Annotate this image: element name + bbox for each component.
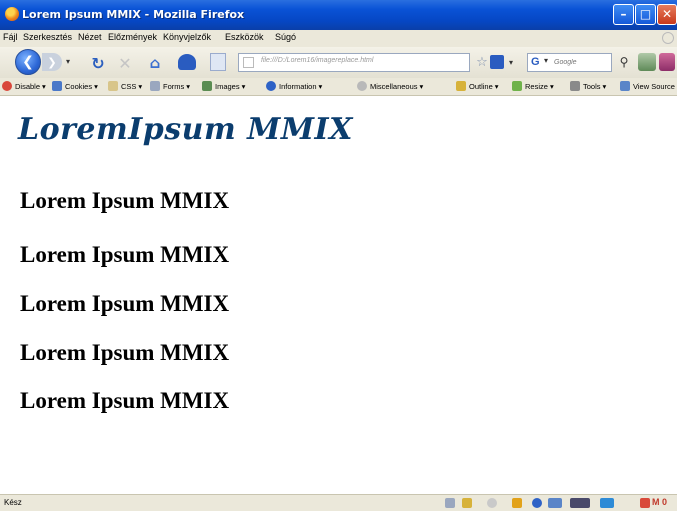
addon-icon[interactable] <box>659 53 675 71</box>
status-addon-icon[interactable] <box>570 498 590 508</box>
search-icon[interactable]: ⚲ <box>617 55 631 69</box>
navigation-toolbar: ❮ ❯ ▾ ↻ ✕ ⌂ file:///D:/Lorem16/imagerepl… <box>0 47 677 78</box>
wd-resize[interactable]: Resize ▾ <box>512 81 554 91</box>
menu-history[interactable]: Előzmények <box>108 32 157 42</box>
menu-edit[interactable]: Szerkesztés <box>23 32 72 42</box>
window-title: Lorem Ipsum MMIX - Mozilla Firefox <box>22 8 245 21</box>
page-info-icon[interactable] <box>210 53 226 71</box>
status-text: Kész <box>4 498 22 507</box>
search-engine-dropdown-icon[interactable]: ▾ <box>544 56 548 65</box>
search-bar[interactable]: G ▾ <box>527 53 612 72</box>
menu-file[interactable]: Fájl <box>3 32 18 42</box>
menu-view[interactable]: Nézet <box>78 32 102 42</box>
firefox-icon <box>5 7 19 21</box>
throbber-icon <box>662 32 674 44</box>
page-heading: Lorem Ipsum MMIX <box>20 340 230 365</box>
css-icon <box>108 81 118 91</box>
status-addon-icon[interactable] <box>487 498 497 508</box>
wd-cookies[interactable]: Cookies ▾ <box>52 81 98 91</box>
wd-miscellaneous[interactable]: Miscellaneous ▾ <box>357 81 423 91</box>
menu-tools[interactable]: Eszközök <box>225 32 264 42</box>
star-bookmark-icon[interactable]: ☆ <box>475 55 489 70</box>
wd-images[interactable]: Images ▾ <box>202 81 245 91</box>
information-icon <box>266 81 276 91</box>
web-developer-toolbar: Disable ▾ Cookies ▾ CSS ▾ Forms ▾ Images ▾ In… <box>0 78 677 96</box>
images-icon <box>202 81 212 91</box>
forms-icon <box>150 81 160 91</box>
cookies-icon <box>52 81 62 91</box>
url-dropdown-icon[interactable]: ▾ <box>507 56 515 68</box>
page-heading: Lorem Ipsum MMIX <box>20 291 230 316</box>
status-addon-icon[interactable] <box>532 498 542 508</box>
title-bar: Lorem Ipsum MMIX - Mozilla Firefox – □ ✕ <box>0 0 677 30</box>
mail-count[interactable]: M 0 <box>652 497 667 507</box>
page-logo: LoremIpsum MMIX <box>18 112 353 147</box>
page-favicon-icon <box>243 57 254 68</box>
status-addon-icon[interactable] <box>445 498 455 508</box>
menu-bookmarks[interactable]: Könyvjelzők <box>163 32 211 42</box>
forward-button[interactable]: ❯ <box>42 53 62 71</box>
page-heading: Lorem Ipsum MMIX <box>20 388 230 413</box>
wd-disable[interactable]: Disable ▾ <box>2 81 46 91</box>
url-bar[interactable]: file:///D:/Lorem16/imagereplace.html <box>238 53 470 72</box>
status-addon-icon[interactable] <box>600 498 614 508</box>
wd-outline[interactable]: Outline ▾ <box>456 81 499 91</box>
back-button[interactable]: ❮ <box>15 49 41 75</box>
wd-css[interactable]: CSS ▾ <box>108 81 142 91</box>
disable-icon <box>2 81 12 91</box>
page-content: LoremIpsum MMIX Lorem Ipsum MMIX Lorem I… <box>0 96 677 494</box>
history-dropdown-icon[interactable]: ▾ <box>64 56 72 66</box>
wd-tools[interactable]: Tools ▾ <box>570 81 606 91</box>
go-button[interactable] <box>490 55 504 69</box>
addon-icon[interactable] <box>638 53 656 71</box>
search-input[interactable] <box>554 56 609 68</box>
warning-icon[interactable] <box>512 498 522 508</box>
bookmarks-button[interactable] <box>178 54 196 70</box>
status-addon-icon[interactable] <box>548 498 562 508</box>
google-icon[interactable]: G <box>531 56 543 69</box>
reload-button[interactable]: ↻ <box>88 53 108 73</box>
minimize-button[interactable]: – <box>613 4 634 25</box>
menu-bar: Fájl Szerkesztés Nézet Előzmények Könyvj… <box>0 30 677 47</box>
page-heading: Lorem Ipsum MMIX <box>20 242 230 267</box>
miscellaneous-icon <box>357 81 367 91</box>
menu-help[interactable]: Súgó <box>275 32 296 42</box>
stop-button[interactable]: ✕ <box>115 53 135 73</box>
outline-icon <box>456 81 466 91</box>
tools-icon <box>570 81 580 91</box>
status-bar: Kész M 0 <box>0 494 677 511</box>
close-button[interactable]: ✕ <box>657 4 677 25</box>
home-button[interactable]: ⌂ <box>145 53 165 73</box>
wd-information[interactable]: Information ▾ <box>266 81 322 91</box>
wd-forms[interactable]: Forms ▾ <box>150 81 190 91</box>
mail-icon[interactable] <box>640 498 650 508</box>
maximize-button[interactable]: □ <box>635 4 656 25</box>
status-addon-icon[interactable] <box>462 498 472 508</box>
page-heading: Lorem Ipsum MMIX <box>20 188 230 213</box>
url-text[interactable]: file:///D:/Lorem16/imagereplace.html <box>261 57 373 64</box>
view-source-icon <box>620 81 630 91</box>
resize-icon <box>512 81 522 91</box>
wd-view-source[interactable]: View Source <box>620 81 675 91</box>
